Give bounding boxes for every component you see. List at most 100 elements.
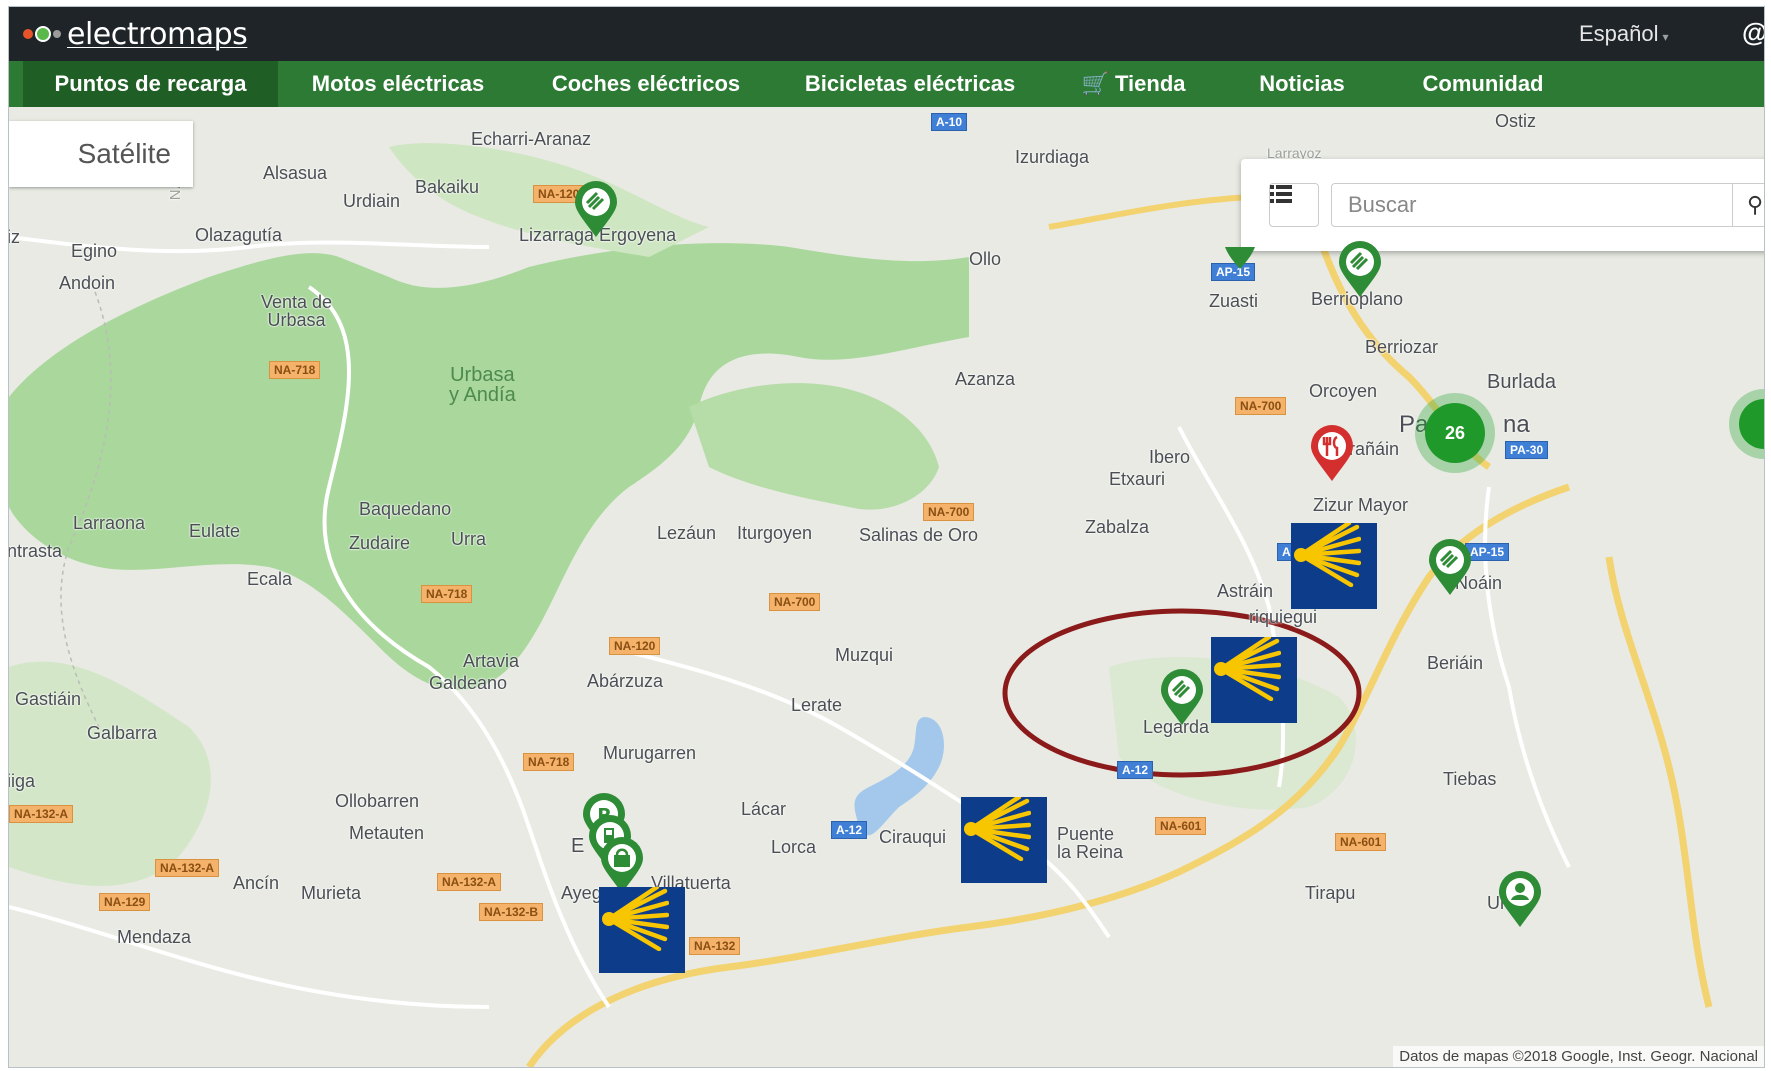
place-label: Ayeg	[561, 883, 602, 903]
charging-point-marker[interactable]	[573, 181, 619, 239]
place-label: Lerate	[791, 695, 843, 715]
search-button[interactable]: ⚲	[1732, 183, 1764, 227]
camino-de-santiago-shell-icon[interactable]	[599, 887, 685, 973]
cluster-count: 26	[1425, 403, 1485, 463]
charging-point-marker[interactable]	[1159, 669, 1205, 727]
place-label: Galbarra	[87, 723, 158, 743]
charging-point-marker[interactable]	[1427, 539, 1473, 597]
place-label: Ollobarren	[335, 791, 420, 811]
road-shield: A-12	[1117, 761, 1154, 779]
restaurant-marker[interactable]	[1309, 425, 1355, 483]
road-shield: NA-132-A	[9, 805, 74, 823]
road-shield: NA-718	[269, 361, 321, 379]
road-shield: NA-601	[1155, 817, 1207, 835]
place-label: iz	[8, 227, 20, 247]
place-label: riquiegui	[1249, 607, 1318, 627]
road-shield: NA-718	[421, 585, 473, 603]
magnifier-icon: ⚲	[1747, 192, 1764, 217]
place-label: Zudaire	[349, 533, 411, 553]
place-label: Baquedano	[359, 499, 452, 519]
road-shield: A-12	[831, 821, 868, 839]
place-label: Echarri-Aranaz	[471, 129, 592, 149]
place-label: Venta de Urbasa	[261, 292, 333, 330]
road-shield: NA-129	[99, 893, 151, 911]
chevron-down-icon: ▾	[1662, 30, 1669, 44]
place-label: Ancín	[233, 873, 280, 893]
place-label: Eulate	[189, 521, 241, 541]
place-label: Berriozar	[1365, 337, 1439, 357]
language-selector[interactable]: Español ▾	[1579, 21, 1669, 47]
place-label: ntrasta	[8, 541, 63, 561]
nav-coches-electricos[interactable]: Coches eléctricos	[518, 61, 774, 107]
camino-de-santiago-shell-icon[interactable]	[961, 797, 1047, 883]
search-input[interactable]	[1331, 183, 1733, 227]
main-nav: Puntos de recarga Motos eléctricas Coche…	[9, 61, 1764, 107]
place-label: rañáin	[1349, 439, 1400, 459]
place-label: Ostiz	[1495, 111, 1537, 131]
place-label: Alsasua	[263, 163, 328, 183]
list-view-button[interactable]	[1269, 183, 1319, 227]
place-label: Zuasti	[1209, 291, 1259, 311]
nav-noticias[interactable]: Noticias	[1221, 61, 1383, 107]
camino-de-santiago-shell-icon[interactable]	[1211, 637, 1297, 723]
place-label: Urdiain	[343, 191, 401, 211]
place-label: na	[1503, 411, 1530, 438]
place-label: Lácar	[741, 799, 787, 819]
list-icon	[1270, 185, 1292, 203]
place-label: Azanza	[955, 369, 1016, 389]
place-label: Gastiáin	[15, 689, 82, 709]
charging-point-marker[interactable]	[1337, 241, 1383, 299]
camino-de-santiago-shell-icon[interactable]	[1291, 523, 1377, 609]
road-shield: NA-718	[523, 753, 575, 771]
logo-text: electromaps	[67, 16, 248, 52]
road-shield: NA-132-A	[437, 873, 502, 891]
road-shield: NA-700	[1235, 397, 1287, 415]
place-label: Egino	[71, 241, 118, 261]
charging-point-marker[interactable]	[1217, 247, 1263, 271]
place-label: Ibero	[1149, 447, 1191, 467]
logo-dots-icon	[23, 26, 61, 42]
place-label: Abárzuza	[587, 671, 664, 691]
place-label: Tiebas	[1443, 769, 1497, 789]
nav-bicicletas-electricas[interactable]: Bicicletas eléctricas	[774, 61, 1046, 107]
cluster-marker[interactable]: 26	[1415, 393, 1495, 473]
nav-tienda[interactable]: 🛒 Tienda	[1046, 61, 1221, 107]
road-shield: A-10	[931, 113, 968, 131]
road-shield: NA-132-A	[155, 859, 220, 877]
place-label: Urra	[451, 529, 486, 549]
place-label: Andoin	[59, 273, 116, 293]
user-menu-icon[interactable]: @	[1742, 17, 1764, 48]
electromaps-logo[interactable]: electromaps	[23, 16, 248, 52]
place-label: Murieta	[301, 883, 362, 903]
user-marker[interactable]	[1497, 871, 1543, 929]
place-label: Iturgoyen	[737, 523, 813, 543]
place-label: Astráin	[1217, 581, 1274, 601]
language-label: Español	[1579, 21, 1659, 46]
place-label: Salinas de Oro	[859, 525, 979, 545]
satellite-toggle-button[interactable]: Satélite	[9, 121, 193, 187]
place-label: Burlada	[1487, 371, 1556, 393]
place-label: Ecala	[247, 569, 293, 589]
road-shield: NA-132	[689, 937, 741, 955]
road-shield: NA-700	[923, 503, 975, 521]
nav-puntos-de-recarga[interactable]: Puntos de recarga	[23, 61, 278, 107]
map-canvas[interactable]: Echarri-Aranaz Izurdiaga Ostiz Alsasua U…	[9, 107, 1764, 1067]
road-shield: NA-120	[609, 637, 661, 655]
nav-comunidad[interactable]: Comunidad	[1383, 61, 1583, 107]
place-label: Ollo	[969, 249, 1002, 269]
top-bar: electromaps Español ▾ @	[9, 7, 1764, 61]
map-attribution[interactable]: Datos de mapas ©2018 Google, Inst. Geogr…	[1393, 1046, 1764, 1067]
place-label: Orcoyen	[1309, 381, 1378, 401]
road-shield: NA-601	[1335, 833, 1387, 851]
road-shield: NA-132-B	[479, 903, 544, 921]
place-label: Beriáin	[1427, 653, 1484, 673]
place-label: Lezáun	[657, 523, 717, 543]
place-label: Mendaza	[117, 927, 192, 947]
place-label: Galdeano	[429, 673, 508, 693]
place-label: Metauten	[349, 823, 425, 843]
place-label: Bakaiku	[415, 177, 480, 197]
search-panel: ⚲	[1241, 159, 1764, 251]
nav-motos-electricas[interactable]: Motos eléctricas	[278, 61, 518, 107]
place-label: Lorca	[771, 837, 817, 857]
park-label: Urbasa y Andía	[449, 364, 516, 406]
